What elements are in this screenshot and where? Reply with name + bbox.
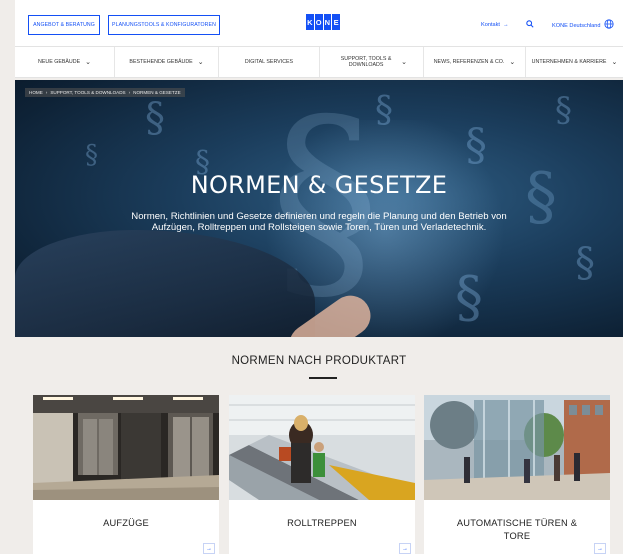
chevron-down-icon: ⌄ xyxy=(197,58,204,66)
nav-item-digital-services[interactable]: DIGITAL SERVICES xyxy=(219,47,320,77)
product-card-escalators[interactable]: ROLLTREPPEN → xyxy=(229,395,415,554)
top-bar: ANGEBOT & BERATUNG PLANUNGSTOOLS & KONFI… xyxy=(15,0,623,46)
contact-link[interactable]: Kontakt → xyxy=(481,22,509,28)
section-divider xyxy=(309,377,337,379)
paragraph-symbol-icon: § xyxy=(575,240,595,286)
card-title: AUFZÜGE xyxy=(103,518,149,528)
country-selector[interactable]: KONE Deutschland xyxy=(552,19,614,29)
nav-item-new-buildings[interactable]: NEUE GEBÄUDE ⌄ xyxy=(15,47,115,77)
chevron-down-icon: ⌄ xyxy=(509,58,516,66)
chevron-down-icon: ⌄ xyxy=(85,58,91,66)
nav-item-label: NEWS, REFERENZEN & CO. xyxy=(433,58,505,65)
main-navigation: NEUE GEBÄUDE ⌄ BESTEHENDE GEBÄUDE ⌄ DIGI… xyxy=(15,46,623,78)
nav-item-label: UNTERNEHMEN & KARRIERE xyxy=(531,58,607,65)
logo-letter: E xyxy=(332,14,340,30)
kone-logo[interactable]: K O N E xyxy=(306,14,340,30)
escalator-image xyxy=(229,395,415,500)
paragraph-symbol-icon: § xyxy=(375,90,393,131)
page-title: NORMEN & GESETZE xyxy=(190,171,448,199)
product-card-automatic-doors[interactable]: AUTOMATISCHE TÜREN & TORE → xyxy=(424,395,610,554)
hero-description: Normen, Richtlinien und Gesetze definier… xyxy=(131,211,507,233)
breadcrumb-separator: › xyxy=(128,90,131,95)
chevron-down-icon: ⌄ xyxy=(401,58,407,66)
breadcrumb-item-home[interactable]: HOME xyxy=(29,90,43,95)
paragraph-symbol-icon: § xyxy=(455,265,483,330)
contact-label: Kontakt xyxy=(481,22,500,28)
card-title: AUTOMATISCHE TÜREN & TORE xyxy=(456,518,578,541)
nav-item-company-careers[interactable]: UNTERNEHMEN & KARRIERE ⌄ xyxy=(526,47,623,77)
breadcrumb-item-support[interactable]: SUPPORT, TOOLS & DOWNLOADS xyxy=(50,90,125,95)
nav-item-label: DIGITAL SERVICES xyxy=(244,58,294,65)
nav-item-label: BESTEHENDE GEBÄUDE xyxy=(129,58,193,65)
globe-icon xyxy=(603,19,614,29)
product-card-elevators[interactable]: AUFZÜGE → xyxy=(33,395,219,554)
paragraph-symbol-icon: § xyxy=(145,95,165,141)
breadcrumb: HOME › SUPPORT, TOOLS & DOWNLOADS › NORM… xyxy=(25,88,185,97)
paragraph-symbol-icon: § xyxy=(555,90,572,130)
country-label: KONE Deutschland xyxy=(552,22,601,29)
paragraph-symbol-icon: § xyxy=(465,120,487,171)
arrow-right-icon: → xyxy=(502,22,509,28)
paragraph-symbol-icon: § xyxy=(85,140,98,170)
hero-banner: § § § § § § § § § § HOME › SUPPORT, TOOL… xyxy=(15,80,623,337)
nav-item-label: NEUE GEBÄUDE xyxy=(38,58,81,65)
offer-consulting-button[interactable]: ANGEBOT & BERATUNG xyxy=(28,15,100,35)
logo-letter: K xyxy=(306,14,314,30)
planning-tools-button[interactable]: PLANUNGSTOOLS & KONFIGURATOREN xyxy=(108,15,220,35)
nav-item-existing-buildings[interactable]: BESTEHENDE GEBÄUDE ⌄ xyxy=(115,47,219,77)
arrow-right-icon[interactable]: → xyxy=(594,543,606,554)
section-title: NORMEN NACH PRODUKTART xyxy=(231,355,407,367)
logo-letter: O xyxy=(314,14,323,30)
nav-item-label: SUPPORT, TOOLS & DOWNLOADS xyxy=(340,55,392,69)
arrow-right-icon[interactable]: → xyxy=(399,543,411,554)
card-title: ROLLTREPPEN xyxy=(287,518,357,528)
automatic-doors-image xyxy=(424,395,610,500)
search-icon xyxy=(526,20,534,28)
arrow-right-icon[interactable]: → xyxy=(203,543,215,554)
breadcrumb-separator: › xyxy=(45,90,48,95)
nav-item-support-tools[interactable]: SUPPORT, TOOLS & DOWNLOADS ⌄ xyxy=(320,47,424,77)
logo-letter: N xyxy=(323,14,332,30)
chevron-down-icon: ⌄ xyxy=(611,58,618,66)
breadcrumb-item-current: NORMEN & GESETZE xyxy=(133,90,181,95)
search-button[interactable] xyxy=(526,20,534,28)
nav-item-news[interactable]: NEWS, REFERENZEN & CO. ⌄ xyxy=(424,47,526,77)
elevator-image xyxy=(33,395,219,500)
